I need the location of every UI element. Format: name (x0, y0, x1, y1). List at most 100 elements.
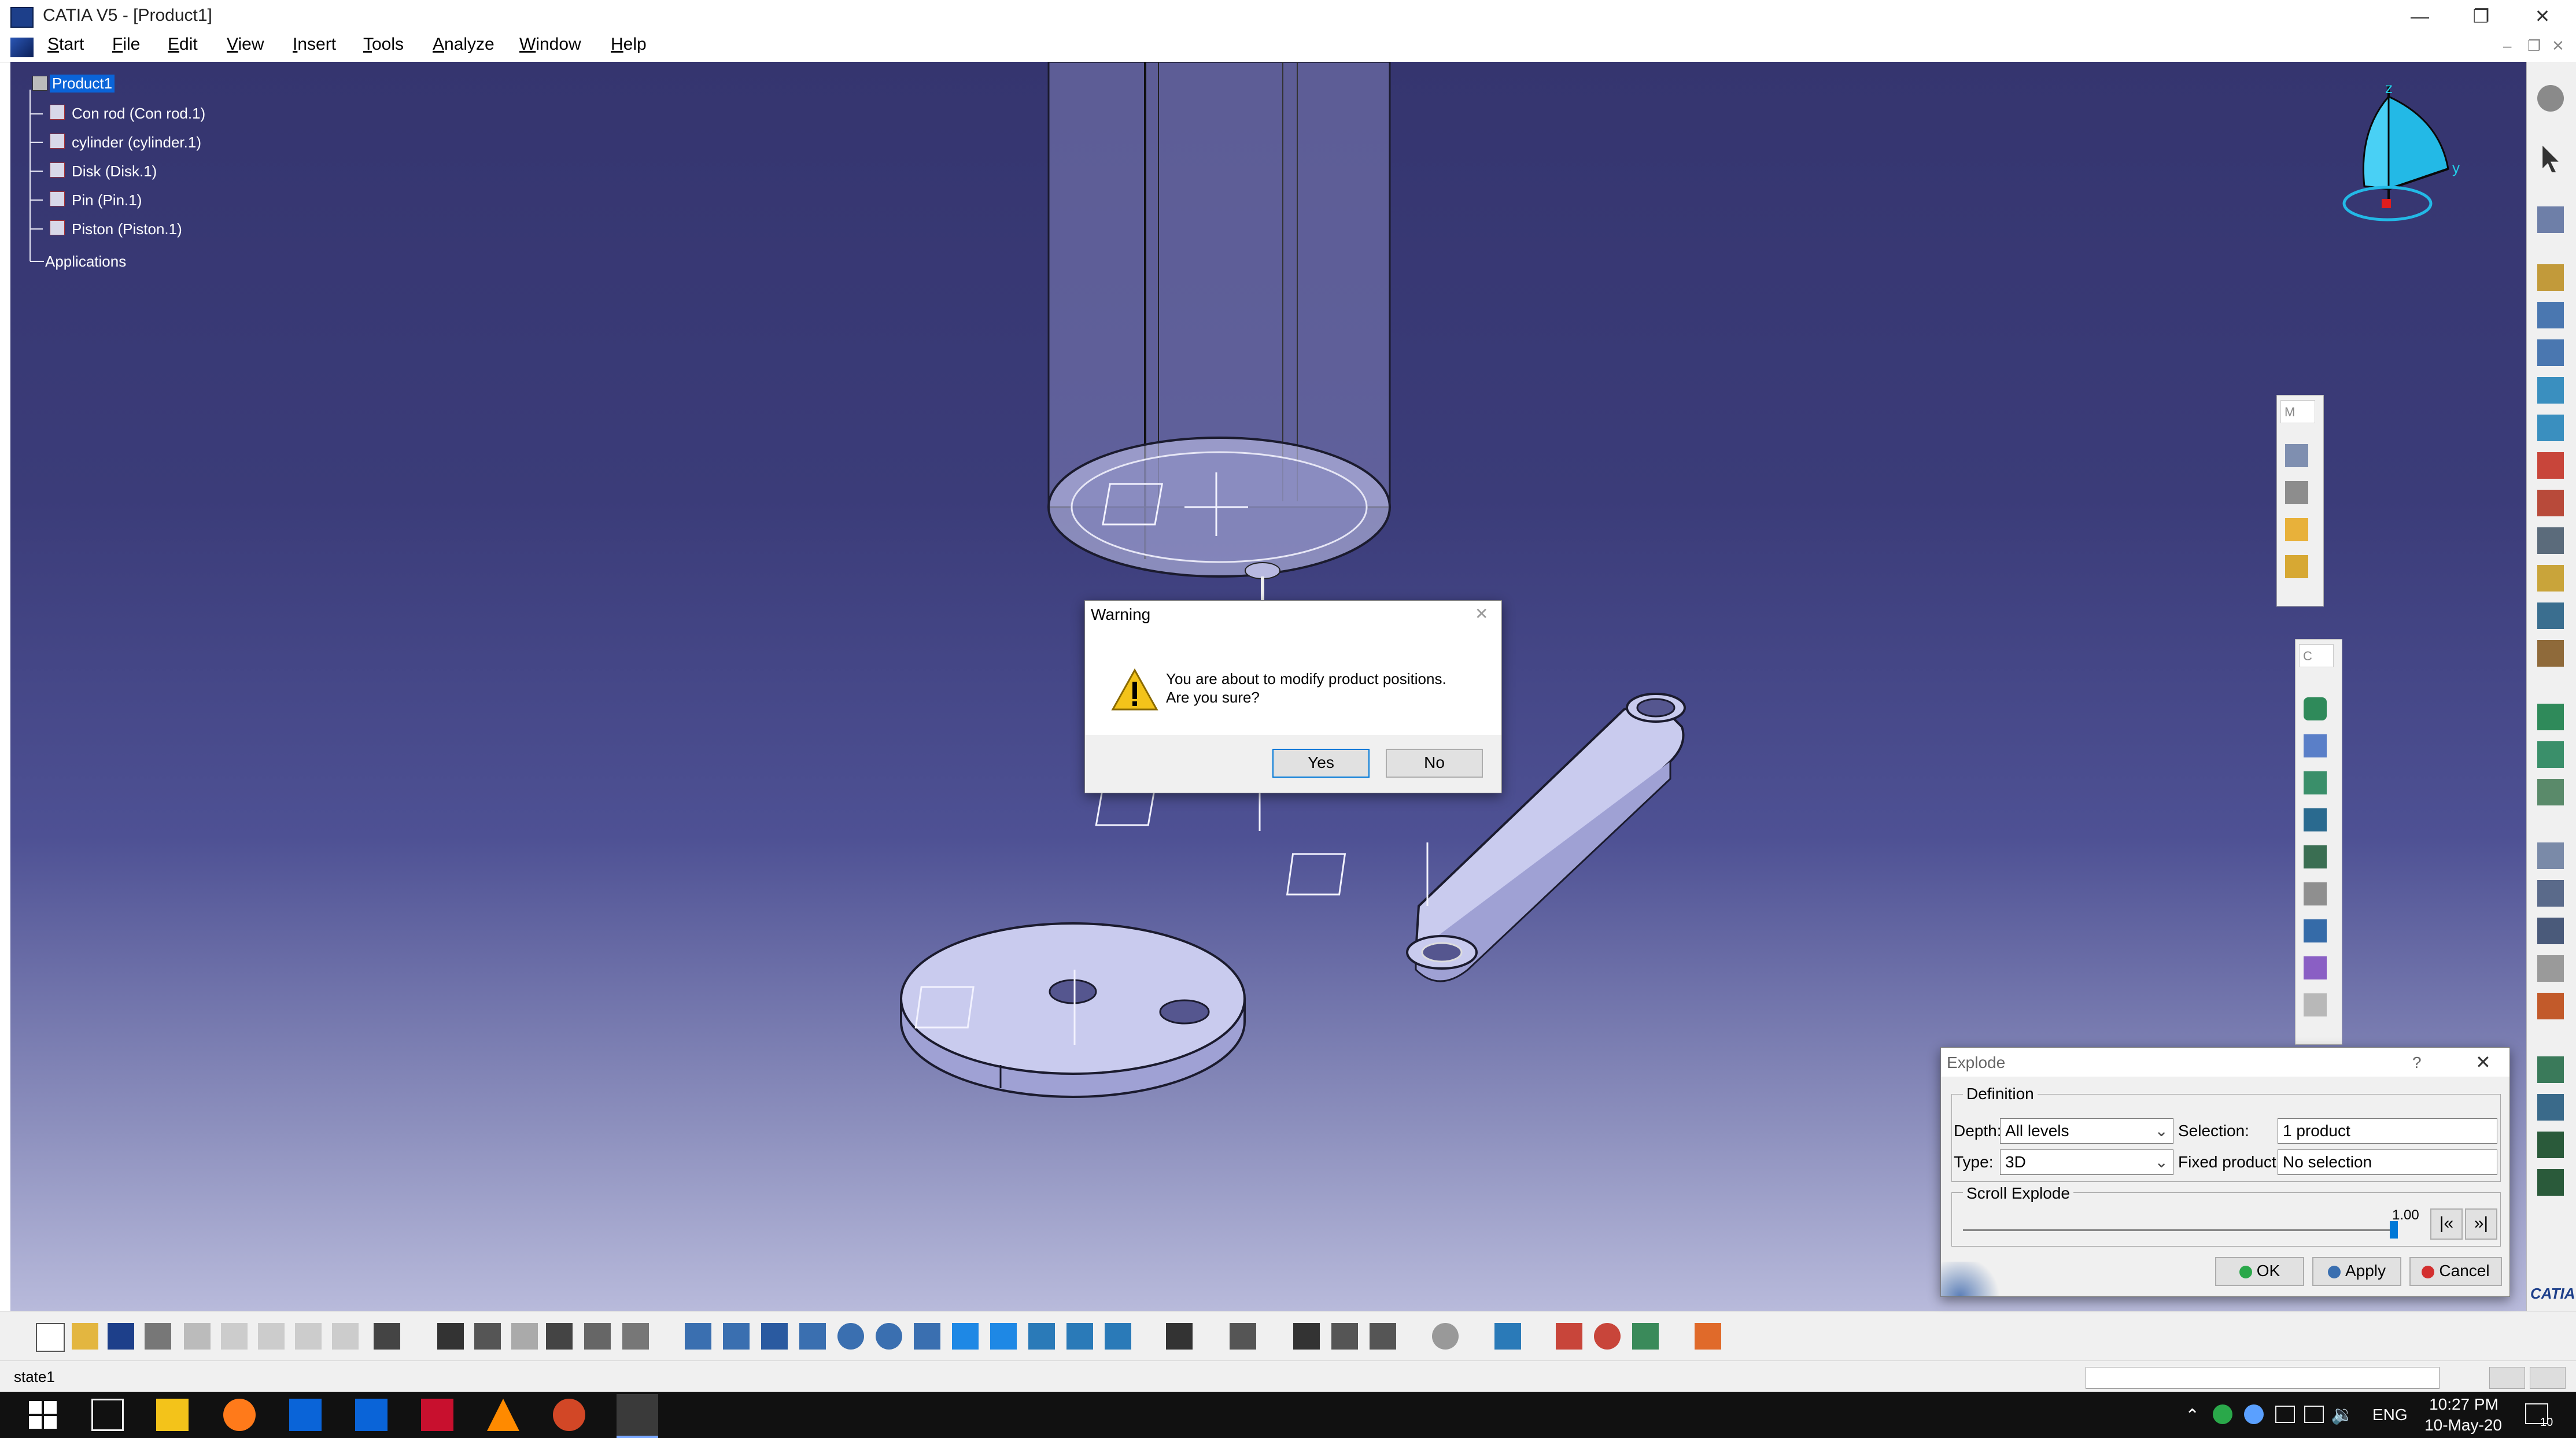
generate-numbering-icon[interactable] (2537, 527, 2564, 554)
redo-icon[interactable] (332, 1323, 359, 1350)
outlook-icon[interactable] (289, 1399, 322, 1431)
minimize-button[interactable]: — (2397, 3, 2443, 29)
apply-button[interactable]: Apply (2312, 1257, 2401, 1286)
powerpoint-icon[interactable] (553, 1399, 585, 1431)
update-icon[interactable] (1230, 1323, 1256, 1350)
tree-item-applications[interactable]: Applications (45, 253, 126, 271)
grid-icon[interactable] (1695, 1323, 1721, 1350)
cut-icon[interactable] (184, 1323, 211, 1350)
formula-icon[interactable] (437, 1323, 464, 1350)
offset-constraint-icon[interactable] (2304, 771, 2327, 794)
fit-all-in-icon[interactable] (723, 1323, 750, 1350)
menu-file[interactable]: File (112, 35, 140, 54)
mdi-close-button[interactable]: ✕ (2552, 37, 2564, 55)
depth-select[interactable]: All levels ⌄ (2000, 1118, 2173, 1144)
selection-field[interactable]: 1 product (2278, 1118, 2497, 1144)
vlc-icon[interactable] (487, 1399, 519, 1431)
selective-load-icon[interactable] (2537, 565, 2564, 592)
menu-edit[interactable]: Edit (168, 35, 198, 54)
power-input-button-a[interactable] (2489, 1367, 2525, 1389)
fly-mode-icon[interactable] (685, 1323, 711, 1350)
catalog-icon[interactable] (2537, 264, 2564, 291)
windows-start-icon[interactable] (27, 1399, 59, 1431)
fast-forward-button[interactable]: »| (2465, 1208, 2497, 1240)
acrobat-icon[interactable] (421, 1399, 453, 1431)
explode-icon[interactable] (2285, 518, 2308, 541)
multi-view-icon[interactable] (952, 1323, 979, 1350)
angle-constraint-icon[interactable] (2304, 808, 2327, 831)
tray-language[interactable]: ENG (2372, 1406, 2408, 1424)
scroll-explode-slider-thumb[interactable] (2390, 1221, 2398, 1239)
knowledge-icon[interactable] (474, 1323, 501, 1350)
capture-camera-icon[interactable] (1166, 1323, 1193, 1350)
outlook-second-icon[interactable] (355, 1399, 387, 1431)
multi-instantiation-icon[interactable] (2537, 640, 2564, 667)
assembly-constraints-icon[interactable] (1370, 1323, 1396, 1350)
change-constraint-icon[interactable] (2304, 993, 2327, 1016)
zoom-out-icon[interactable] (876, 1323, 902, 1350)
fix-together-icon[interactable] (2304, 882, 2327, 905)
tree-root-product[interactable]: Product1 (50, 75, 115, 93)
space-analysis-icon[interactable] (1494, 1323, 1521, 1350)
compass-widget[interactable] (2342, 85, 2449, 221)
no-button[interactable]: No (1386, 749, 1483, 778)
manage-representations-icon[interactable] (2537, 602, 2564, 629)
tray-chevron-icon[interactable]: ⌃ (2185, 1406, 2199, 1426)
mdi-minimize-button[interactable]: – (2503, 37, 2511, 55)
new-file-icon[interactable] (36, 1323, 65, 1352)
catia-taskbar-icon[interactable] (617, 1394, 658, 1438)
whats-this-icon[interactable] (374, 1323, 400, 1350)
existing-component-icon[interactable] (2537, 415, 2564, 441)
tools-icon[interactable] (622, 1323, 649, 1350)
fix-component-icon[interactable] (2304, 845, 2327, 868)
material-icon[interactable] (1556, 1323, 1582, 1350)
zoom-in-icon[interactable] (837, 1323, 864, 1350)
bill-of-material-icon[interactable] (2537, 1132, 2564, 1158)
tray-sync-icon[interactable] (2244, 1404, 2264, 1424)
command-input[interactable] (2086, 1367, 2440, 1389)
copy-icon[interactable] (221, 1323, 248, 1350)
shading-icon[interactable] (1028, 1323, 1055, 1350)
open-folder-icon[interactable] (72, 1323, 98, 1350)
explode-close-icon[interactable]: ✕ (2475, 1051, 2491, 1073)
task-view-icon[interactable] (91, 1399, 124, 1431)
warning-close-icon[interactable]: ✕ (1475, 604, 1488, 623)
flexible-rigid-icon[interactable] (2304, 956, 2327, 979)
settings-gear-icon[interactable] (2537, 85, 2564, 112)
cylinder-part[interactable] (1047, 62, 1391, 605)
save-icon[interactable] (108, 1323, 134, 1350)
scroll-explode-slider-track[interactable] (1963, 1221, 2398, 1239)
normal-view-icon[interactable] (914, 1323, 940, 1350)
manipulation-mode-icon[interactable] (1293, 1323, 1320, 1350)
print-icon[interactable] (145, 1323, 171, 1350)
tray-security-icon[interactable] (2213, 1404, 2232, 1424)
clash-icon[interactable] (2537, 955, 2564, 982)
tree-item-pin[interactable]: Pin (Pin.1) (72, 191, 142, 209)
menu-start[interactable]: Start (47, 35, 84, 54)
yes-button[interactable]: Yes (1272, 749, 1370, 778)
manipulation-icon[interactable] (2285, 444, 2308, 467)
tray-date[interactable]: 10-May-20 (2420, 1416, 2507, 1435)
firefox-icon[interactable] (223, 1399, 256, 1431)
isometric-view-icon[interactable] (990, 1323, 1017, 1350)
scenes-icon[interactable] (2537, 1056, 2564, 1083)
snap-icon[interactable] (2285, 481, 2308, 504)
annotation-text-icon[interactable] (2537, 880, 2564, 907)
flag-note-icon[interactable] (2537, 918, 2564, 944)
quick-constraint-icon[interactable] (2304, 919, 2327, 942)
rewind-button[interactable]: |« (2430, 1208, 2463, 1240)
apply-material-icon[interactable] (1594, 1323, 1621, 1350)
explode-help-button[interactable]: ? (2412, 1053, 2422, 1072)
menu-view[interactable]: View (227, 35, 264, 54)
menu-window[interactable]: Window (519, 35, 581, 54)
measure-icon[interactable] (2537, 842, 2564, 869)
type-select[interactable]: 3D ⌄ (2000, 1149, 2173, 1175)
power-input-button-b[interactable] (2530, 1367, 2566, 1389)
move-icon[interactable] (2537, 206, 2564, 233)
component-move-icon[interactable] (1331, 1323, 1358, 1350)
catalog-browser-icon[interactable] (584, 1323, 611, 1350)
rotate-icon[interactable] (799, 1323, 826, 1350)
stop-manipulate-icon[interactable] (2285, 555, 2308, 578)
mdi-restore-button[interactable]: ❐ (2527, 37, 2541, 55)
menu-help[interactable]: Help (611, 35, 647, 54)
